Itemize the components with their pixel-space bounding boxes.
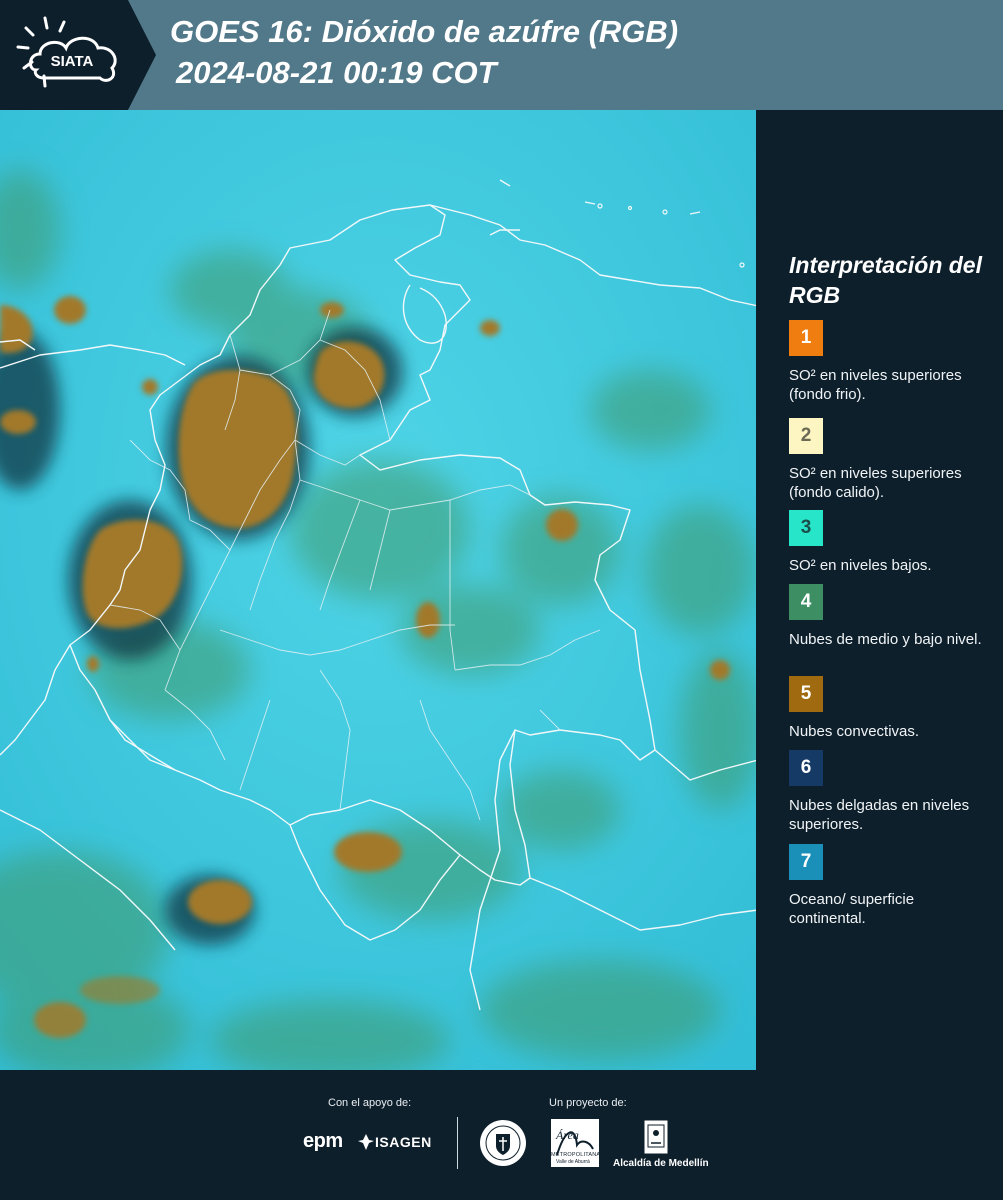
legend-item-5: 5 Nubes convectivas.: [789, 676, 994, 741]
alcaldia-shield-icon: [643, 1119, 669, 1155]
footer: Con el apoyo de: Un proyecto de: epm ISA…: [0, 1070, 1003, 1200]
footer-divider: [457, 1117, 458, 1169]
legend-swatch-6: 6: [789, 750, 823, 786]
legend-text-3: SO² en niveles bajos.: [789, 557, 932, 574]
legend-text-5: Nubes convectivas.: [789, 723, 920, 740]
header: SIATA GOES 16: Dióxido de azúfre (RGB) 2…: [0, 0, 1003, 110]
legend-swatch-7: 7: [789, 844, 823, 880]
satellite-map[interactable]: [0, 110, 760, 1070]
legend-panel: Interpretación del RGB 1 SO² en niveles …: [758, 110, 1003, 1070]
area-metropolitana-sub: METROPOLITANA: [551, 1152, 601, 1158]
legend-text-4: Nubes de medio y bajo nivel.: [789, 631, 982, 648]
page-title: GOES 16: Dióxido de azúfre (RGB): [170, 14, 679, 49]
isagen-logo-icon: [358, 1134, 374, 1150]
legend-text-7: Oceano/ superficie continental.: [789, 891, 915, 927]
legend-swatch-1: 1: [789, 320, 823, 356]
legend-item-4: 4 Nubes de medio y bajo nivel.: [789, 584, 994, 649]
epm-logo: epm: [303, 1130, 343, 1152]
legend-text-6: Nubes delgadas en niveles superiores.: [789, 797, 970, 833]
legend-swatch-5: 5: [789, 676, 823, 712]
legend-item-6: 6 Nubes delgadas en niveles superiores.: [789, 750, 994, 834]
legend-swatch-3: 3: [789, 510, 823, 546]
legend-swatch-2: 2: [789, 418, 823, 454]
medellin-seal-icon: [480, 1120, 526, 1166]
logo-arrow: [128, 0, 156, 110]
logo-block: SIATA: [0, 0, 128, 110]
legend-item-3: 3 SO² en niveles bajos.: [789, 510, 994, 575]
legend-item-2: 2 SO² en niveles superiores (fondo calid…: [789, 418, 994, 502]
timestamp: 2024-08-21 00:19 COT: [176, 55, 497, 90]
project-label: Un proyecto de:: [549, 1097, 627, 1109]
alcaldia-logo: Alcaldía de Medellín: [613, 1158, 709, 1169]
legend-title: Interpretación del RGB: [789, 252, 982, 308]
siata-logo: SIATA: [16, 16, 117, 88]
support-label: Con el apoyo de:: [328, 1097, 412, 1109]
satellite-image: [0, 110, 758, 1070]
legend-text-1: SO² en niveles superiores (fondo frio).: [789, 367, 962, 403]
siata-logo-text: SIATA: [51, 53, 94, 70]
legend-item-1: 1 SO² en niveles superiores (fondo frio)…: [789, 320, 994, 404]
legend-swatch-4: 4: [789, 584, 823, 620]
legend-text-2: SO² en niveles superiores (fondo calido)…: [789, 465, 962, 501]
isagen-logo: ISAGEN: [375, 1134, 432, 1150]
legend-item-7: 7 Oceano/ superficie continental.: [789, 844, 994, 928]
area-metropolitana-logo: Área: [556, 1128, 579, 1142]
area-metropolitana-sub2: Valle de Aburrá: [556, 1159, 590, 1165]
